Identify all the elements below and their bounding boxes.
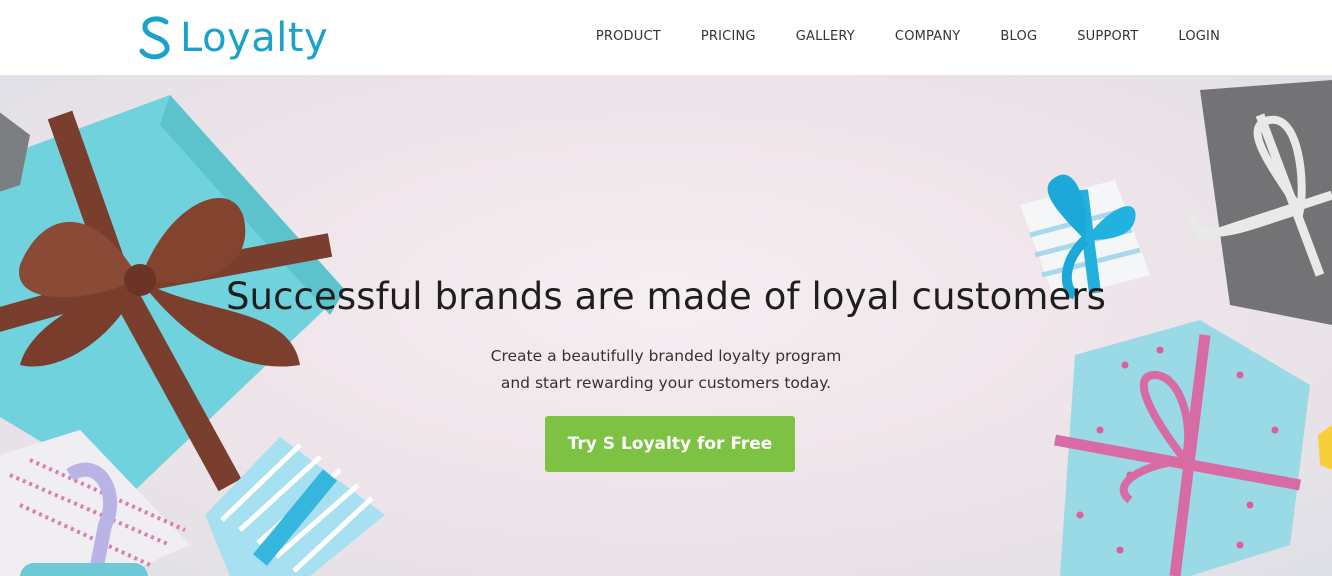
nav-pricing[interactable]: PRICING <box>701 29 756 44</box>
hero-section: Successful brands are made of loyal cust… <box>0 75 1332 576</box>
hero-headline: Successful brands are made of loyal cust… <box>225 275 1107 318</box>
hero-subtitle-line-2: and start rewarding your customers today… <box>500 374 832 392</box>
try-free-button[interactable]: Try S Loyalty for Free <box>545 416 795 472</box>
gift-striped-blue-icon <box>205 437 385 576</box>
site-header: Loyalty PRODUCT PRICING GALLERY COMPANY … <box>0 0 1332 75</box>
chat-widget-tab[interactable] <box>20 563 148 576</box>
hero-subtitle-line-1: Create a beautifully branded loyalty pro… <box>490 347 842 365</box>
main-nav: PRODUCT PRICING GALLERY COMPANY BLOG SUP… <box>556 29 1220 44</box>
nav-login[interactable]: LOGIN <box>1178 29 1220 44</box>
nav-product[interactable]: PRODUCT <box>596 29 661 44</box>
logo-mark-icon <box>139 16 170 60</box>
nav-support[interactable]: SUPPORT <box>1077 29 1138 44</box>
nav-blog[interactable]: BLOG <box>1000 29 1037 44</box>
logo[interactable]: Loyalty <box>138 10 328 66</box>
hero-subtitle: Create a beautifully branded loyalty pro… <box>0 343 1332 397</box>
gift-boxes-illustration <box>0 80 1332 576</box>
nav-gallery[interactable]: GALLERY <box>796 29 855 44</box>
logo-text: Loyalty <box>180 15 329 61</box>
nav-company[interactable]: COMPANY <box>895 29 961 44</box>
